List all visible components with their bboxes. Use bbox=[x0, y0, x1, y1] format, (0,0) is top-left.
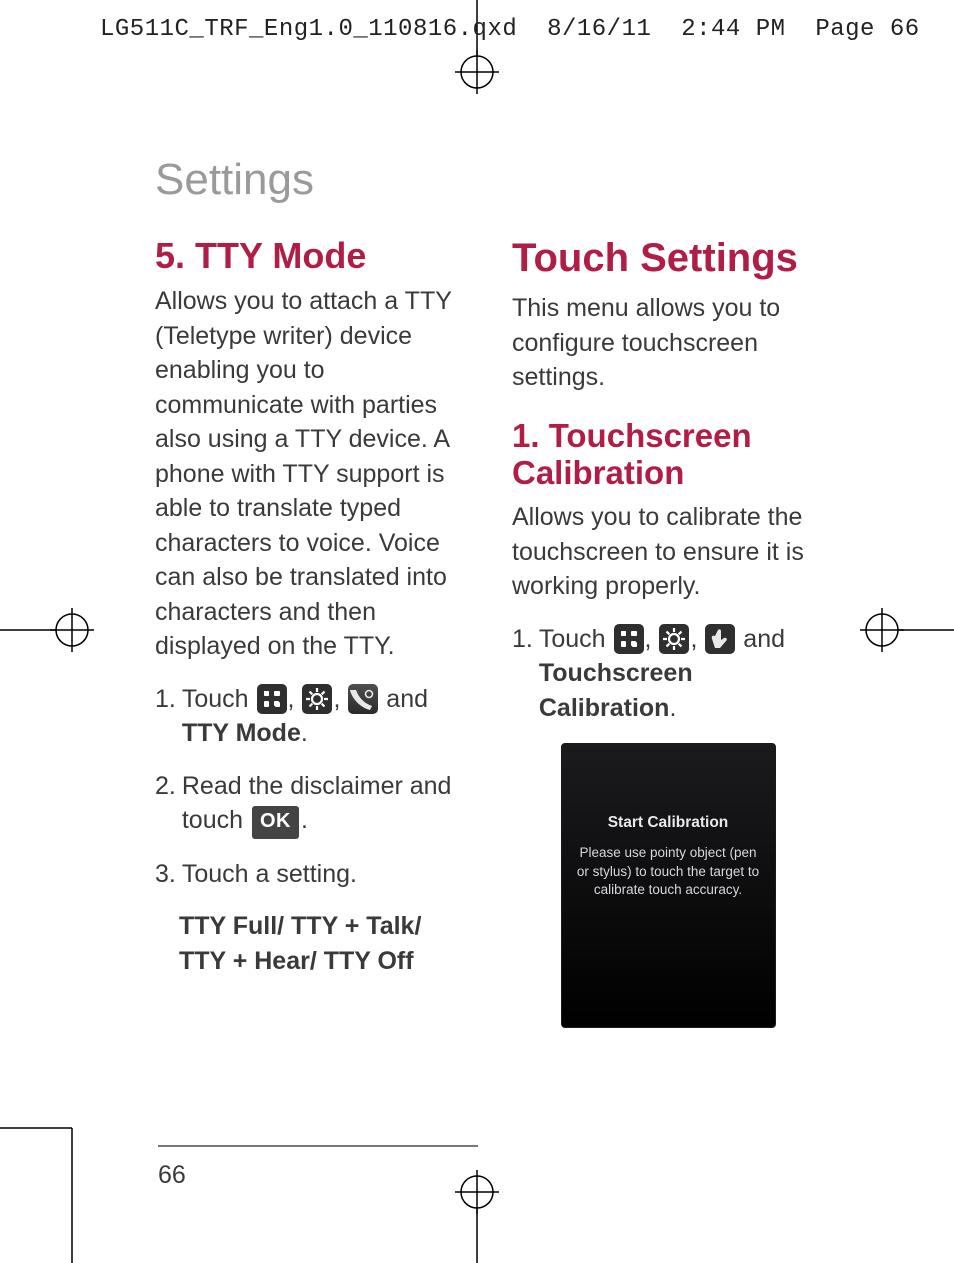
gear-icon bbox=[302, 684, 332, 714]
phone-screenshot: Start Calibration Please use pointy obje… bbox=[561, 743, 776, 1028]
tty-step-1: 1. Touch , , and TTY Mode. bbox=[155, 682, 467, 751]
right-column: Touch Settings This menu allows you to c… bbox=[512, 235, 824, 1028]
ok-button-icon: OK bbox=[252, 806, 299, 839]
phone-dialog-title: Start Calibration bbox=[608, 814, 729, 832]
tty-step-2: 2. Read the disclaimer and touch OK. bbox=[155, 769, 467, 839]
text: . bbox=[301, 719, 308, 747]
apps-grid-icon bbox=[257, 684, 287, 714]
text: Read the disclaimer and touch bbox=[182, 772, 452, 835]
text: and bbox=[386, 685, 428, 713]
section-title: Settings bbox=[155, 155, 855, 205]
text: Touch bbox=[182, 685, 256, 713]
touch-intro: This menu allows you to configure touchs… bbox=[512, 291, 824, 395]
page-number: 66 bbox=[158, 1161, 838, 1190]
text: Touch bbox=[539, 625, 613, 653]
calibration-desc: Allows you to calibrate the touchscreen … bbox=[512, 500, 824, 604]
tty-mode-label: TTY Mode bbox=[182, 719, 301, 747]
crop-header-text: LG511C_TRF_Eng1.0_110816.qxd 8/16/11 2:4… bbox=[100, 16, 920, 43]
page-content: Settings 5. TTY Mode Allows you to attac… bbox=[155, 155, 855, 1028]
heading-touch-settings: Touch Settings bbox=[512, 235, 824, 281]
heading-touchscreen-calibration: 1. Touchscreen Calibration bbox=[512, 417, 824, 493]
phone-dialog-text: Please use pointy object (pen or stylus)… bbox=[568, 844, 769, 899]
touch-settings-icon bbox=[705, 624, 735, 654]
heading-tty-mode: 5. TTY Mode bbox=[155, 235, 467, 276]
gear-icon bbox=[659, 624, 689, 654]
text: and bbox=[743, 625, 785, 653]
calibration-step-1: 1. Touch , , and Touchscreen Calibration… bbox=[512, 622, 824, 726]
tty-intro: Allows you to attach a TTY (Teletype wri… bbox=[155, 284, 467, 664]
left-column: 5. TTY Mode Allows you to attach a TTY (… bbox=[155, 235, 467, 1028]
tty-step-3: 3. Touch a setting. bbox=[155, 857, 467, 892]
text: . bbox=[301, 806, 308, 834]
footer-rule bbox=[158, 1145, 478, 1147]
apps-grid-icon bbox=[614, 624, 644, 654]
page-footer: 66 bbox=[158, 1145, 838, 1190]
tty-options: TTY Full/ TTY + Talk/ TTY + Hear/ TTY Of… bbox=[179, 909, 467, 978]
call-settings-icon bbox=[348, 684, 378, 714]
text: . bbox=[669, 694, 676, 722]
